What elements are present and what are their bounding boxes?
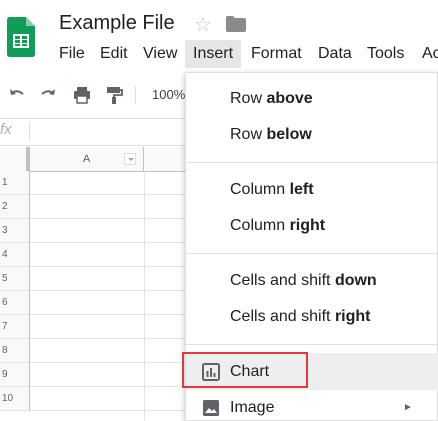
menu-separator — [186, 253, 438, 254]
row-header[interactable]: 1 — [0, 171, 30, 195]
menu-item-column-left[interactable]: Column left — [230, 181, 314, 199]
menu-item-image[interactable]: Image — [230, 399, 274, 417]
document-title[interactable]: Example File — [59, 12, 175, 35]
image-icon — [203, 400, 219, 416]
row-header[interactable]: 3 — [0, 219, 30, 243]
menu-format[interactable]: Format — [243, 40, 310, 68]
menu-data[interactable]: Data — [310, 40, 360, 68]
toolbar-divider — [135, 86, 136, 104]
column-divider — [144, 171, 145, 421]
star-icon[interactable]: ☆ — [194, 14, 212, 36]
redo-icon[interactable] — [38, 85, 58, 105]
formula-divider — [29, 122, 30, 140]
row-header[interactable]: 5 — [0, 267, 30, 291]
submenu-arrow-icon: ► — [403, 402, 413, 413]
menu-bar: File Edit View Insert Format Data Tools … — [0, 40, 438, 70]
menu-separator — [186, 344, 438, 345]
menu-item-cells-shift-down[interactable]: Cells and shift down — [230, 272, 377, 290]
row-header[interactable]: 8 — [0, 339, 30, 363]
row-header[interactable]: 4 — [0, 243, 30, 267]
menu-insert[interactable]: Insert — [185, 40, 242, 68]
menu-separator — [186, 162, 438, 163]
chart-highlight-box — [182, 352, 308, 388]
print-icon[interactable] — [72, 85, 92, 105]
menu-addons[interactable]: Ac — [414, 40, 438, 68]
row-header[interactable]: 6 — [0, 291, 30, 315]
column-dropdown-icon[interactable] — [124, 153, 136, 165]
menu-item-row-below[interactable]: Row below — [230, 126, 312, 144]
folder-icon[interactable] — [226, 16, 246, 32]
undo-icon[interactable] — [7, 85, 27, 105]
menu-view[interactable]: View — [135, 40, 185, 68]
row-header[interactable]: 7 — [0, 315, 30, 339]
zoom-select[interactable]: 100% — [152, 87, 185, 102]
row-header[interactable]: 9 — [0, 363, 30, 387]
row-header[interactable]: 10 — [0, 387, 30, 411]
menu-file[interactable]: File — [51, 40, 93, 68]
select-all-corner[interactable] — [0, 147, 30, 171]
paint-format-icon[interactable] — [104, 85, 124, 105]
menu-item-row-above[interactable]: Row above — [230, 90, 313, 108]
row-header[interactable]: 2 — [0, 195, 30, 219]
menu-edit[interactable]: Edit — [92, 40, 136, 68]
fx-icon: fx — [0, 121, 12, 138]
menu-item-column-right[interactable]: Column right — [230, 217, 325, 235]
menu-item-cells-shift-right[interactable]: Cells and shift right — [230, 308, 370, 326]
menu-tools[interactable]: Tools — [359, 40, 412, 68]
